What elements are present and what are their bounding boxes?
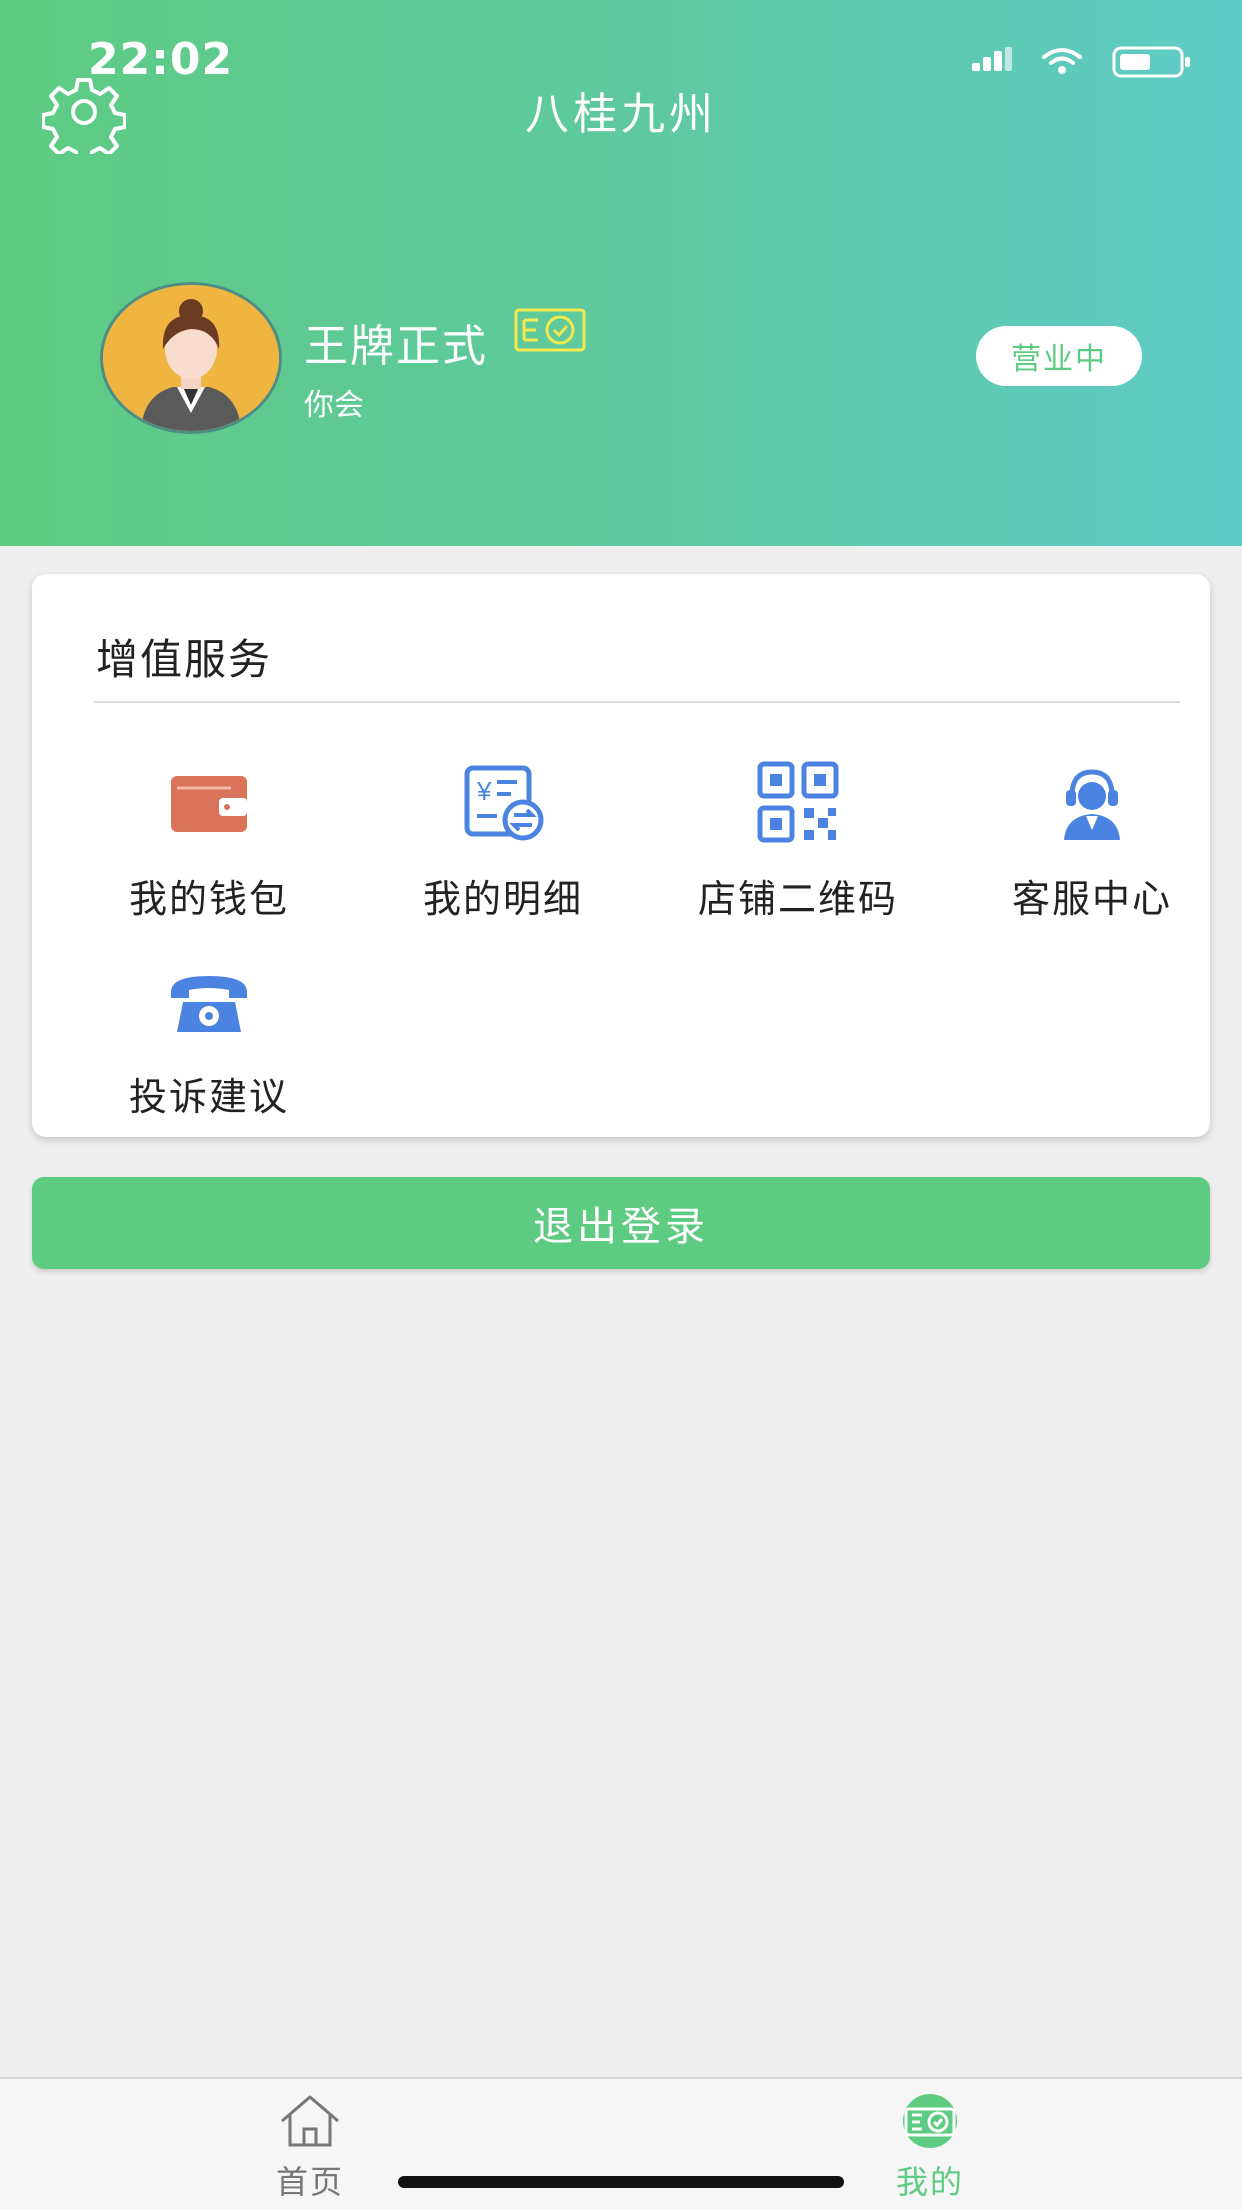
services-title: 增值服务 <box>96 635 273 684</box>
certificate-badge-icon <box>514 308 586 352</box>
battery-icon <box>1112 46 1190 78</box>
avatar[interactable] <box>100 282 282 434</box>
status-icons <box>972 44 1192 80</box>
service-label: 店铺二维码 <box>697 877 898 921</box>
home-icon <box>281 2095 339 2147</box>
app-title: 八桂九州 <box>525 89 717 140</box>
profile-header: 22:02 八桂九州 王牌正式 你会 营业中 <box>0 0 1242 546</box>
telephone-icon <box>171 976 247 1032</box>
customer-service-icon <box>1064 769 1120 840</box>
service-label: 客服中心 <box>1011 877 1172 921</box>
wifi-icon <box>1042 48 1082 74</box>
tab-home[interactable]: 首页 <box>230 2093 390 2203</box>
service-store-qr-code[interactable]: 店铺二维码 <box>651 760 945 930</box>
service-label: 投诉建议 <box>128 1075 289 1119</box>
service-label: 我的明细 <box>422 877 583 921</box>
tab-label: 首页 <box>275 2163 344 2201</box>
cellular-signal-icon <box>972 47 1012 71</box>
wallet-icon <box>171 776 247 832</box>
qr-code-icon <box>757 761 839 843</box>
logout-button[interactable]: 退出登录 <box>32 1177 1210 1269</box>
value-added-services-card: 增值服务 我的钱包 ¥ 我的明细 店铺二维码 客服中心 投诉建议 <box>32 574 1210 1137</box>
service-details[interactable]: ¥ 我的明细 <box>356 760 650 930</box>
bottom-tab-bar: 首页 我的 <box>0 2077 1242 2210</box>
tab-label: 我的 <box>895 2163 964 2201</box>
service-label: 我的钱包 <box>128 877 289 921</box>
user-subtitle: 你会 <box>304 388 364 423</box>
svg-text:¥: ¥ <box>476 776 492 806</box>
businesswoman-avatar-icon <box>103 285 279 431</box>
divider <box>94 701 1180 703</box>
business-status-button[interactable]: 营业中 <box>976 326 1142 386</box>
service-wallet[interactable]: 我的钱包 <box>62 760 356 930</box>
profile-card-icon <box>903 2094 957 2148</box>
details-exchange-icon: ¥ <box>464 765 544 841</box>
tab-mine[interactable]: 我的 <box>850 2093 1010 2203</box>
service-complaints[interactable]: 投诉建议 <box>62 958 356 1128</box>
service-customer-center[interactable]: 客服中心 <box>945 760 1239 930</box>
user-name: 王牌正式 <box>304 321 488 372</box>
home-indicator <box>398 2176 844 2188</box>
